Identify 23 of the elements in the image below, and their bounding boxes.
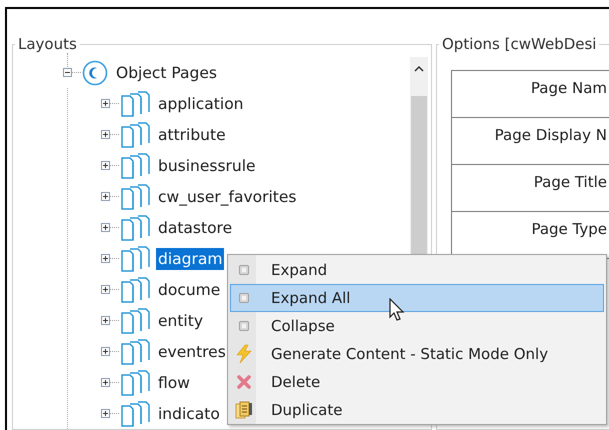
tree-item[interactable]: businessrule: [156, 154, 258, 176]
tree-item[interactable]: cw_user_favorites: [156, 186, 298, 208]
tree-item[interactable]: docume: [156, 278, 222, 300]
menu-item[interactable]: Expand All: [230, 284, 604, 312]
tree-item[interactable]: Object Pages: [114, 62, 220, 84]
group-title: Layouts: [17, 35, 78, 53]
field-label: Page Display N: [452, 118, 609, 165]
tree-item[interactable]: flow: [156, 372, 192, 394]
tree-item[interactable]: eventres: [156, 340, 228, 362]
group-title: Options [cwWebDesi: [441, 35, 598, 53]
tree-item[interactable]: diagram: [156, 248, 224, 270]
tree-item[interactable]: datastore: [156, 216, 234, 238]
menu-item[interactable]: Collapse: [230, 312, 604, 340]
field-label: Page Nam: [452, 71, 609, 118]
menu-item[interactable]: Duplicate: [230, 396, 604, 424]
tree-item[interactable]: entity: [156, 310, 205, 332]
menu-item[interactable]: Expand: [230, 256, 604, 284]
tree-item[interactable]: attribute: [156, 124, 228, 146]
field-label: Page Title: [452, 165, 609, 212]
tree-item[interactable]: application: [156, 92, 246, 114]
menu-item[interactable]: Generate Content - Static Mode Only: [230, 340, 604, 368]
tree-item[interactable]: indicato: [156, 402, 222, 424]
menu-item[interactable]: Delete: [230, 368, 604, 396]
